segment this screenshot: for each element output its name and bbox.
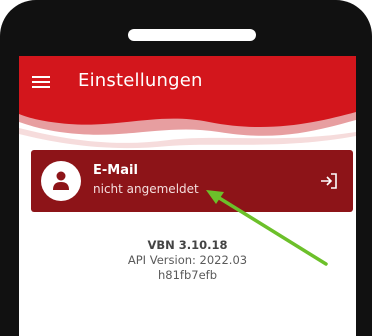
phone-bezel: Einstellungen E-Mail nicht angemeldet VB… bbox=[0, 0, 372, 336]
phone-speaker bbox=[128, 29, 256, 41]
version-info: VBN 3.10.18 API Version: 2022.03 h81fb7e… bbox=[19, 238, 356, 283]
app-bar: Einstellungen bbox=[19, 56, 356, 116]
account-card-title: E-Mail bbox=[93, 163, 138, 178]
login-status-text: nicht angemeldet bbox=[93, 182, 199, 196]
hamburger-menu-icon[interactable] bbox=[32, 74, 50, 90]
build-hash-text: h81fb7efb bbox=[157, 268, 217, 282]
app-screen: Einstellungen E-Mail nicht angemeldet VB… bbox=[19, 56, 356, 336]
header-wave-decoration bbox=[19, 108, 356, 149]
api-version-text: API Version: 2022.03 bbox=[127, 253, 248, 267]
email-account-card[interactable]: E-Mail nicht angemeldet bbox=[31, 150, 353, 212]
login-icon[interactable] bbox=[319, 171, 339, 191]
app-version-text: VBN 3.10.18 bbox=[147, 238, 228, 252]
page-title: Einstellungen bbox=[78, 70, 203, 91]
avatar bbox=[41, 161, 81, 201]
user-icon bbox=[53, 171, 69, 190]
